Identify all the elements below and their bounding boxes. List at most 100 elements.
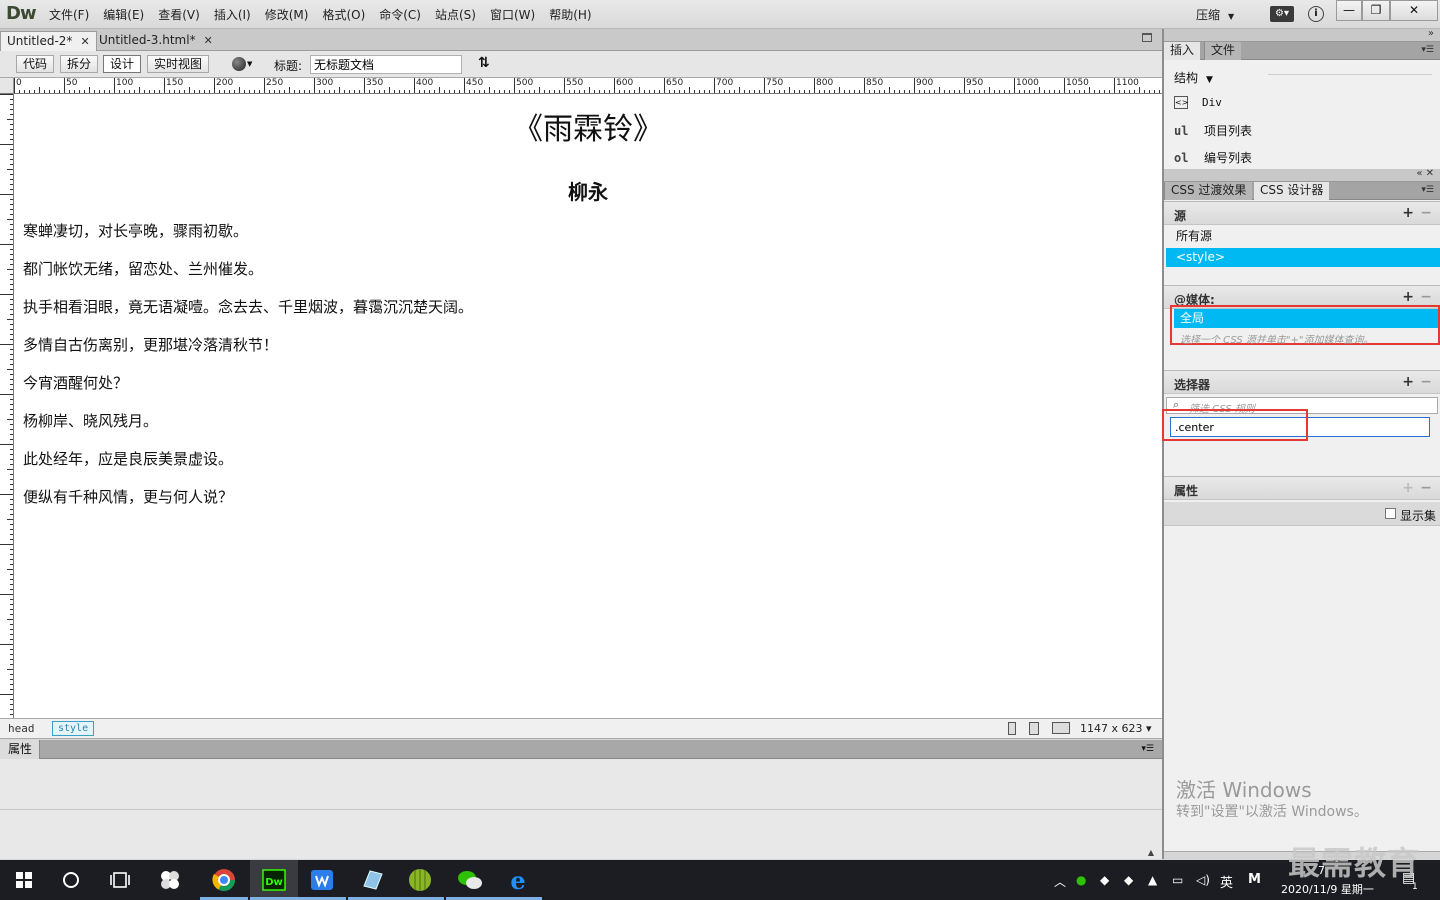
tablet-size-icon[interactable] [1029, 722, 1039, 735]
task-view-icon[interactable] [106, 866, 134, 894]
panel-grip[interactable]: « ✕ [1164, 168, 1440, 182]
poem-line[interactable]: 执手相看泪眼，竟无语凝噎。念去去、千里烟波，暮霭沉沉楚天阔。 [23, 296, 473, 317]
ruler-tick [10, 154, 13, 155]
remove-selector-icon[interactable]: − [1420, 374, 1432, 390]
chevron-up-icon[interactable]: ︿ [1054, 873, 1066, 890]
qq-tray-icon[interactable]: ◆ [1100, 873, 1109, 887]
wechat-tray-icon[interactable]: ● [1076, 873, 1086, 887]
window-minimize-button[interactable]: — [1336, 0, 1362, 21]
panel-menu-icon[interactable]: ▾☰ [1421, 45, 1434, 55]
close-icon[interactable]: ✕ [80, 35, 89, 48]
mobile-size-icon[interactable] [1008, 722, 1016, 735]
tab-untitled-3[interactable]: Untitled-3.html* ✕ [93, 31, 219, 51]
menu-view[interactable]: 查看(V) [151, 6, 207, 23]
insert-unordered-list[interactable]: ul 项目列表 [1174, 122, 1252, 142]
chrome-icon[interactable] [210, 866, 238, 894]
wps-writer-icon[interactable] [308, 866, 336, 894]
wechat-icon[interactable] [456, 866, 484, 894]
live-view-button[interactable]: 实时视图 [147, 55, 210, 73]
panel-menu-icon[interactable]: ▾☰ [1421, 185, 1434, 195]
window-restore-button[interactable]: ❐ [1362, 0, 1390, 21]
poem-author[interactable]: 柳永 [14, 176, 1162, 205]
add-selector-icon[interactable]: + [1402, 374, 1414, 390]
poem-line[interactable]: 寒蝉凄切，对长亭晚，骤雨初歇。 [23, 220, 248, 241]
close-icon[interactable]: ✕ [204, 34, 213, 47]
tag-head[interactable]: head [8, 722, 35, 735]
poem-line[interactable]: 便纵有千种风情，更与何人说？ [23, 486, 233, 507]
tab-insert[interactable]: 插入 [1164, 42, 1201, 60]
poem-line[interactable]: 此处经年，应是良辰美景虚设。 [23, 448, 233, 469]
tab-files[interactable]: 文件 [1204, 42, 1242, 60]
media-global[interactable]: 全局 [1174, 309, 1438, 328]
selector-name-input[interactable] [1170, 417, 1430, 437]
volume-icon[interactable]: ◁) [1196, 873, 1210, 887]
poem-title[interactable]: 《雨霖铃》 [14, 104, 1162, 148]
poem-line[interactable]: 多情自古伤离别，更那堪冷落清秋节！ [23, 334, 278, 355]
menu-file[interactable]: 文件(F) [42, 6, 96, 23]
show-set-checkbox[interactable] [1385, 508, 1396, 519]
pinwheel-app-icon[interactable] [156, 866, 184, 894]
menu-edit[interactable]: 编辑(E) [96, 6, 151, 23]
add-media-icon[interactable]: + [1402, 289, 1414, 305]
green-ball-app-icon[interactable] [406, 866, 434, 894]
poem-line[interactable]: 今宵酒醒何处？ [23, 372, 128, 393]
tab-css-transitions[interactable]: CSS 过渡效果 [1164, 182, 1253, 200]
qq-tray-icon-2[interactable]: ◆ [1124, 873, 1133, 887]
tab-css-designer[interactable]: CSS 设计器 [1254, 182, 1330, 200]
remove-media-icon[interactable]: − [1420, 289, 1432, 305]
menu-commands[interactable]: 命令(C) [372, 6, 428, 23]
network-icon[interactable]: ▭ [1172, 873, 1183, 887]
ruler-tick [944, 90, 945, 93]
tab-properties[interactable]: 属性 [0, 740, 40, 759]
menu-modify[interactable]: 修改(M) [258, 6, 316, 23]
search-icon[interactable] [57, 866, 85, 894]
panel-menu-icon[interactable]: ▾☰ [1141, 744, 1154, 754]
insert-div[interactable]: <> Div [1174, 95, 1222, 115]
remove-source-icon[interactable]: − [1420, 205, 1432, 221]
file-transfer-icon[interactable]: ⇅ [478, 55, 490, 71]
workspace-layout-dropdown[interactable]: 压缩 ▼ [1196, 6, 1234, 23]
notepad-icon[interactable] [358, 866, 386, 894]
window-close-button[interactable]: ✕ [1390, 0, 1438, 21]
selector-filter[interactable]: ⌕ 筛选 CSS 规则 [1166, 397, 1438, 415]
poem-line[interactable]: 都门帐饮无绪，留恋处、兰州催发。 [23, 258, 263, 279]
menu-insert[interactable]: 插入(I) [207, 6, 258, 23]
source-all[interactable]: 所有源 [1166, 227, 1440, 246]
add-source-icon[interactable]: + [1402, 205, 1414, 221]
dreamweaver-icon[interactable]: Dw [260, 866, 288, 894]
chevron-down-icon[interactable]: ▼ [247, 60, 252, 68]
window-size-dropdown[interactable]: 1147 x 623 ▾ [1080, 722, 1152, 735]
menu-window[interactable]: 窗口(W) [483, 6, 542, 23]
input-language[interactable]: 英 [1220, 872, 1233, 891]
panel-grip[interactable]: » [1164, 28, 1440, 42]
source-style[interactable]: <style> [1166, 248, 1440, 267]
page-title-input[interactable] [310, 55, 462, 74]
design-canvas[interactable]: 《雨霖铃》 柳永 寒蝉凄切，对长亭晚，骤雨初歇。 都门帐饮无绪，留恋处、兰州催发… [14, 94, 1162, 718]
menu-site[interactable]: 站点(S) [428, 6, 483, 23]
code-view-button[interactable]: 代码 [16, 55, 55, 73]
sync-settings-icon[interactable]: ⚙▾ [1270, 6, 1294, 22]
info-icon[interactable]: i [1308, 6, 1324, 22]
collapse-panels-icon[interactable]: « ✕ [1416, 168, 1434, 179]
design-view-button[interactable]: 设计 [103, 55, 142, 73]
remove-property-icon[interactable]: − [1420, 480, 1432, 496]
insert-category-dropdown[interactable]: 结构 ▼ [1174, 69, 1213, 86]
poem-line[interactable]: 杨柳岸、晓风残月。 [23, 410, 158, 431]
notification-bell-icon[interactable]: ▲ [1148, 873, 1157, 887]
menu-help[interactable]: 帮助(H) [542, 6, 598, 23]
ime-indicator[interactable]: M [1248, 872, 1261, 887]
collapse-panels-icon[interactable]: » [1428, 28, 1434, 39]
internet-explorer-icon[interactable]: e [504, 866, 532, 894]
menu-format[interactable]: 格式(O) [315, 6, 372, 23]
desktop-size-icon[interactable] [1052, 722, 1070, 734]
preview-in-browser-icon[interactable] [232, 57, 246, 71]
restore-window-icon[interactable] [1142, 33, 1152, 42]
split-view-button[interactable]: 拆分 [60, 55, 99, 73]
ruler-tick [10, 404, 13, 405]
expand-icon[interactable]: ▲ [1148, 848, 1154, 857]
tab-untitled-2[interactable]: Untitled-2* ✕ [0, 31, 97, 51]
add-property-icon[interactable]: + [1402, 480, 1414, 496]
insert-ordered-list[interactable]: ol 编号列表 [1174, 149, 1252, 169]
tag-style[interactable]: style [52, 721, 95, 736]
windows-start-icon[interactable] [10, 866, 38, 894]
